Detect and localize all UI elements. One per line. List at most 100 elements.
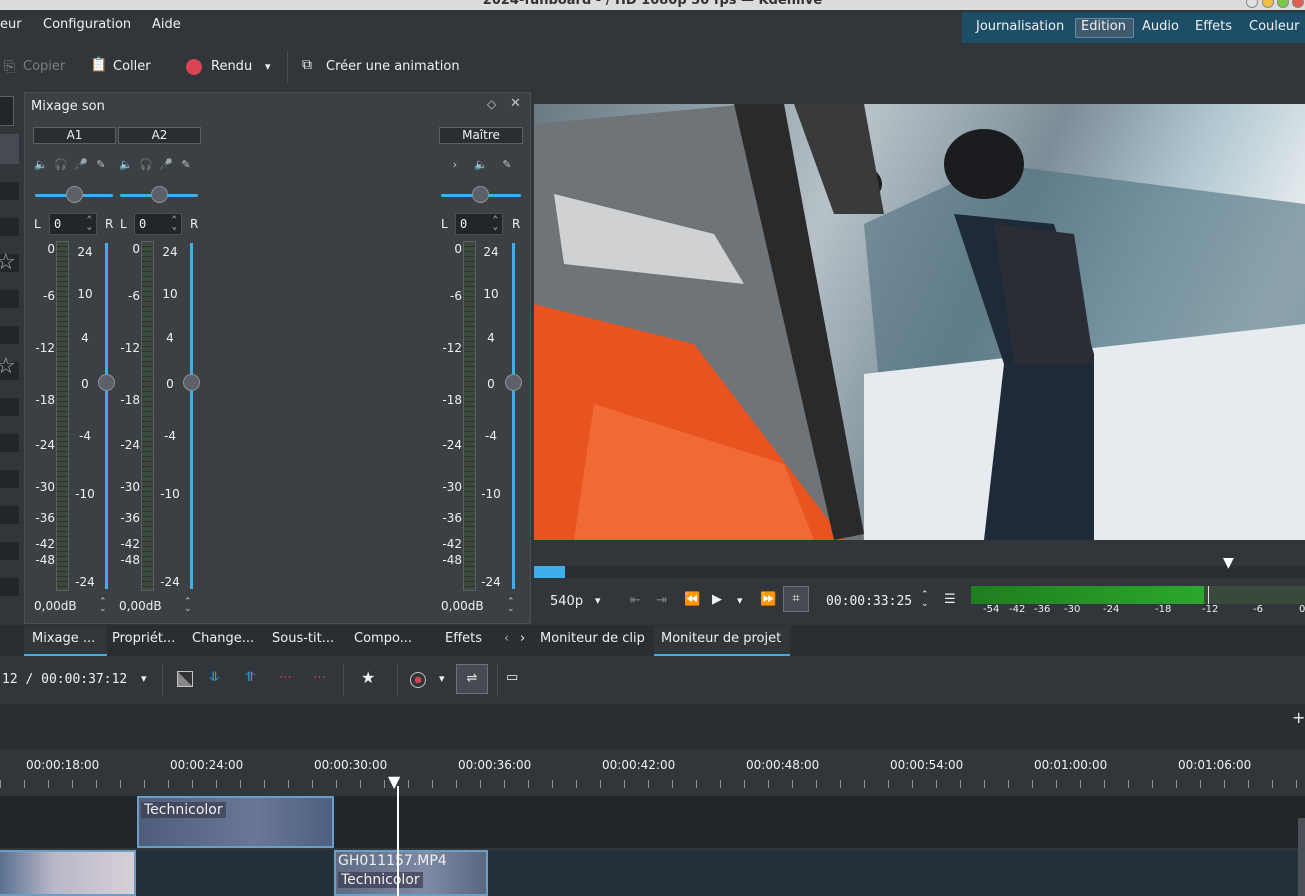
workspace-effets[interactable]: Effets <box>1195 19 1232 34</box>
a1-gain-knob[interactable] <box>98 374 115 391</box>
float-icon[interactable]: ◇ <box>487 97 496 111</box>
resolution-select[interactable]: 540p <box>550 594 583 609</box>
speaker-icon[interactable]: 🔈 <box>471 158 491 171</box>
copy-button[interactable]: Copier <box>23 59 65 74</box>
video-track-1[interactable]: Technicolor <box>0 796 1305 848</box>
a1-pan-spinbox[interactable]: 0 ⌃ ⌄ <box>49 213 97 235</box>
menu-item-configuration[interactable]: Configuration <box>43 17 131 32</box>
zone-in-icon[interactable]: ⇤ <box>630 593 641 608</box>
menu-icon[interactable]: ☰ <box>944 592 956 607</box>
chevron-down-icon[interactable]: ▾ <box>595 594 601 607</box>
tab-changements[interactable]: Change... <box>192 631 254 646</box>
panel-input[interactable] <box>0 96 14 126</box>
add-track-icon[interactable]: + <box>1292 708 1305 727</box>
rewind-icon[interactable]: ⏪ <box>684 592 700 607</box>
subtitle-icon[interactable]: ▭ <box>506 670 518 685</box>
master-gain-slider[interactable] <box>512 243 515 589</box>
fast-forward-icon[interactable]: ⏩ <box>760 592 776 607</box>
spin-arrows-icon[interactable]: ⌃ ⌄ <box>921 591 929 609</box>
lift-icon[interactable]: ⋯ <box>279 670 292 685</box>
overwrite-icon[interactable]: ⥣ <box>245 670 254 685</box>
favorite-star-icon[interactable]: ★ <box>361 668 375 687</box>
headphones-icon[interactable]: 🎧 <box>136 158 156 171</box>
timeline-position[interactable]: 12 / 00:00:37:12 <box>2 672 127 687</box>
spin-arrows-icon[interactable]: ⌃ ⌄ <box>99 598 107 614</box>
workspace-couleur[interactable]: Couleur <box>1249 19 1299 34</box>
spin-arrows-icon[interactable]: ⌃ ⌄ <box>507 598 515 614</box>
play-icon[interactable]: ▶ <box>712 592 722 607</box>
timeline-clip[interactable] <box>0 850 136 896</box>
meter-scale-label: 0 <box>47 242 55 256</box>
copy-icon: ⎘ <box>4 59 16 75</box>
tab-clip-monitor[interactable]: Moniteur de clip <box>540 631 645 646</box>
master-volume-knob[interactable] <box>472 186 489 203</box>
timeline-clip[interactable]: Technicolor <box>137 796 334 848</box>
render-button[interactable]: Rendu <box>211 59 252 74</box>
record-icon[interactable] <box>410 672 426 688</box>
mixer-toggle-icon[interactable]: ⇌ <box>456 664 488 694</box>
timeline-clip[interactable]: GH011157.MP4 Technicolor <box>334 850 488 896</box>
a1-gain-slider[interactable] <box>105 243 108 589</box>
a2-pan-spinbox[interactable]: 0 ⌃ ⌄ <box>134 213 182 235</box>
workspace-audio[interactable]: Audio <box>1142 19 1179 34</box>
composite-icon[interactable] <box>177 671 193 687</box>
timecode-display[interactable]: 00:00:33:25 <box>826 594 912 609</box>
chevron-down-icon[interactable]: ▾ <box>265 60 271 73</box>
crop-icon[interactable]: ⌗ <box>783 586 809 612</box>
menu-item[interactable]: eur <box>0 17 22 32</box>
create-animation-button[interactable]: Créer une animation <box>326 59 460 74</box>
extract-icon[interactable]: ⋯ <box>313 670 326 685</box>
record-icon[interactable]: ✎ <box>176 158 196 171</box>
microphone-icon[interactable]: 🎤 <box>71 158 91 171</box>
a1-volume-knob[interactable] <box>66 186 83 203</box>
chevron-down-icon[interactable]: ▾ <box>439 672 445 685</box>
tab-compositions[interactable]: Compo... <box>354 631 412 646</box>
workspace-journalisation[interactable]: Journalisation <box>976 19 1064 34</box>
tab-sous-titres[interactable]: Sous-tit... <box>272 631 334 646</box>
chevron-down-icon[interactable]: ▾ <box>141 672 147 685</box>
toolbar-separator <box>343 664 344 696</box>
speaker-icon[interactable]: 🔈 <box>116 158 136 171</box>
record-icon[interactable]: ✎ <box>91 158 111 171</box>
record-icon[interactable]: ✎ <box>497 158 517 171</box>
zone-out-icon[interactable]: ⇥ <box>656 593 667 608</box>
tab-mixage[interactable]: Mixage ... <box>32 631 95 646</box>
star-icon[interactable]: ☆ <box>0 354 16 379</box>
master-gain-knob[interactable] <box>505 374 522 391</box>
timeline-ruler[interactable]: 00:00:18:00 00:00:24:00 00:00:30:00 00:0… <box>0 750 1305 788</box>
spin-arrows-icon[interactable]: ⌃ ⌄ <box>184 598 192 614</box>
a1-db-readout: 0,00dB <box>34 599 77 613</box>
video-frame[interactable] <box>534 104 1305 540</box>
video-frame-image <box>534 104 1305 540</box>
tab-proprietes[interactable]: Propriét... <box>112 631 175 646</box>
playhead-line[interactable] <box>397 786 399 896</box>
a2-volume-knob[interactable] <box>151 186 168 203</box>
microphone-icon[interactable]: 🎤 <box>156 158 176 171</box>
vu-scale: -54 -42 -36 -30 -24 -18 -12 -6 0 <box>971 604 1305 618</box>
close-icon[interactable]: ✕ <box>510 96 521 111</box>
spin-arrows-icon[interactable]: ⌃ ⌄ <box>493 216 498 232</box>
video-track-2[interactable]: GH011157.MP4 Technicolor <box>0 850 1305 896</box>
headphones-icon[interactable]: 🎧 <box>51 158 71 171</box>
chevron-right-icon[interactable]: › <box>520 631 525 646</box>
monitor-playhead-icon[interactable]: ▼ <box>1223 555 1234 571</box>
a2-gain-knob[interactable] <box>183 374 200 391</box>
tab-effets[interactable]: Effets <box>445 631 482 646</box>
star-icon[interactable]: ☆ <box>0 250 16 275</box>
paste-button[interactable]: Coller <box>113 59 151 74</box>
spin-arrows-icon[interactable]: ⌃ ⌄ <box>87 216 92 232</box>
speaker-icon[interactable]: 🔈 <box>31 158 51 171</box>
chevron-left-icon[interactable]: ‹ <box>504 631 509 646</box>
tab-project-monitor[interactable]: Moniteur de projet <box>661 631 781 646</box>
a2-gain-slider[interactable] <box>190 243 193 589</box>
spin-arrows-icon[interactable]: ⌃ ⌄ <box>172 216 177 232</box>
timeline-scrollbar[interactable] <box>1298 818 1305 896</box>
menu-item-aide[interactable]: Aide <box>152 17 181 32</box>
insert-icon[interactable]: ⥥ <box>210 670 219 685</box>
workspace-edition[interactable]: Edition <box>1081 19 1126 34</box>
monitor-ruler[interactable] <box>534 566 1305 578</box>
chevron-right-icon[interactable]: › <box>445 158 465 171</box>
vu-tick: -6 <box>1253 604 1263 615</box>
master-pan-spinbox[interactable]: 0 ⌃ ⌄ <box>455 213 503 235</box>
chevron-down-icon[interactable]: ▾ <box>737 594 743 607</box>
